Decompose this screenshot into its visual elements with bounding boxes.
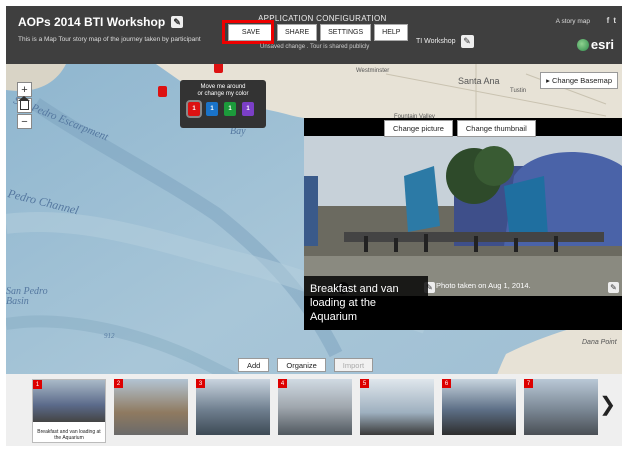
title-text: AOPs 2014 BTI Workshop bbox=[18, 15, 166, 29]
pin-blue[interactable]: 1 bbox=[206, 102, 218, 116]
media-edit-buttons: Change picture Change thumbnail bbox=[384, 120, 536, 137]
home-icon bbox=[18, 96, 30, 110]
carousel-item[interactable]: 6 bbox=[442, 379, 516, 435]
change-thumbnail-button[interactable]: Change thumbnail bbox=[456, 120, 536, 137]
unsaved-status: Unsaved change bbox=[260, 44, 306, 50]
map-label-depth: 912 bbox=[104, 332, 115, 340]
header-tagline[interactable]: TI Workshop ✎ bbox=[416, 35, 474, 48]
shared-status: . Tour is shared publicly bbox=[306, 44, 370, 50]
logo-text: esri bbox=[590, 37, 614, 52]
item-number: 7 bbox=[524, 379, 533, 388]
photo-illustration bbox=[304, 136, 622, 296]
edit-tagline-icon[interactable]: ✎ bbox=[460, 35, 474, 48]
caret-right-icon: ▸ bbox=[546, 76, 550, 85]
item-number: 1 bbox=[33, 380, 42, 389]
pin-green[interactable]: 1 bbox=[224, 102, 236, 116]
builder-header: AOPs 2014 BTI Workshop ✎ This is a Map T… bbox=[6, 6, 622, 64]
carousel-item[interactable]: 5 bbox=[360, 379, 434, 435]
change-picture-button[interactable]: Change picture bbox=[384, 120, 453, 137]
tagline-text: TI Workshop bbox=[416, 38, 456, 45]
tour-title[interactable]: AOPs 2014 BTI Workshop ✎ bbox=[18, 15, 184, 29]
save-status: Unsaved change . Tour is shared publicly bbox=[260, 44, 369, 50]
chevron-right-icon[interactable]: ❯ bbox=[599, 392, 616, 417]
story-map-link[interactable]: A story map bbox=[556, 18, 590, 25]
esri-logo[interactable]: esri bbox=[576, 37, 614, 52]
media-panel: Change picture Change thumbnail ✎ ✎ Brea… bbox=[304, 118, 622, 330]
home-button[interactable] bbox=[17, 96, 32, 113]
save-button[interactable]: SAVE bbox=[228, 24, 274, 41]
map-marker[interactable] bbox=[158, 86, 167, 97]
pin-color-popup: Move me around or change my color 1 1 1 … bbox=[180, 80, 266, 128]
item-number: 3 bbox=[196, 379, 205, 388]
item-number: 2 bbox=[114, 379, 123, 388]
tour-subtitle[interactable]: This is a Map Tour story map of the jour… bbox=[18, 36, 223, 43]
tour-point-caption[interactable]: Breakfast and van loading at the Aquariu… bbox=[304, 276, 428, 330]
item-number: 5 bbox=[360, 379, 369, 388]
carousel-item[interactable]: 7 bbox=[524, 379, 598, 435]
add-button[interactable]: Add bbox=[238, 358, 270, 372]
pin-red[interactable]: 1 bbox=[186, 100, 202, 118]
pin-color-options: 1 1 1 1 bbox=[186, 100, 266, 118]
import-button: Import bbox=[333, 358, 374, 372]
map-label-dana-point: Dana Point bbox=[582, 339, 617, 346]
share-button[interactable]: SHARE bbox=[277, 24, 318, 41]
map-label-tustin: Tustin bbox=[510, 88, 527, 94]
popup-hint-text: Move me around or change my color bbox=[180, 84, 266, 98]
thumbnail-carousel: 1 Breakfast and van loading at the Aquar… bbox=[6, 374, 622, 446]
map-label-santa-ana: Santa Ana bbox=[458, 76, 500, 86]
photo-caption[interactable]: Photo taken on Aug 1, 2014. bbox=[436, 281, 531, 290]
app-frame: AOPs 2014 BTI Workshop ✎ This is a Map T… bbox=[6, 6, 622, 446]
carousel-item[interactable]: 4 bbox=[278, 379, 352, 435]
zoom-controls: + − bbox=[17, 82, 32, 130]
globe-icon bbox=[576, 38, 589, 51]
tour-photo: ⌄ ✎ ✎ bbox=[304, 136, 622, 296]
change-basemap-button[interactable]: ▸ Change Basemap bbox=[540, 72, 618, 89]
popup-hint-line-2: or change my color bbox=[197, 91, 249, 97]
carousel-toolbar: Add Organize Import bbox=[238, 358, 374, 372]
carousel-item[interactable]: 2 bbox=[114, 379, 188, 435]
map-label-basin-2: Basin bbox=[6, 296, 29, 307]
builder-mode-title: APPLICATION CONFIGURATION bbox=[258, 14, 387, 23]
carousel-item[interactable]: 1 Breakfast and van loading at the Aquar… bbox=[32, 379, 106, 443]
thumbnail-image bbox=[33, 380, 105, 422]
help-button[interactable]: HELP bbox=[374, 24, 409, 41]
social-share: f t bbox=[607, 16, 616, 25]
edit-photo-caption-icon[interactable]: ✎ bbox=[608, 282, 619, 293]
popup-hint-line-1: Move me around bbox=[200, 84, 246, 90]
zoom-in-button[interactable]: + bbox=[17, 82, 32, 97]
change-basemap-label: Change Basemap bbox=[551, 76, 612, 85]
settings-button[interactable]: SETTINGS bbox=[320, 24, 372, 41]
zoom-out-button[interactable]: − bbox=[17, 114, 32, 129]
item-number: 4 bbox=[278, 379, 287, 388]
facebook-icon[interactable]: f bbox=[607, 16, 610, 25]
carousel-item[interactable]: 3 bbox=[196, 379, 270, 435]
twitter-icon[interactable]: t bbox=[613, 16, 616, 25]
pin-purple[interactable]: 1 bbox=[242, 102, 254, 116]
edit-title-icon[interactable]: ✎ bbox=[171, 16, 184, 28]
builder-toolbar: SAVE SHARE SETTINGS HELP bbox=[222, 20, 409, 44]
organize-button[interactable]: Organize bbox=[277, 358, 326, 372]
map-label-westminster: Westminster bbox=[356, 68, 390, 74]
item-label: Breakfast and van loading at the Aquariu… bbox=[33, 428, 105, 442]
item-number: 6 bbox=[442, 379, 451, 388]
